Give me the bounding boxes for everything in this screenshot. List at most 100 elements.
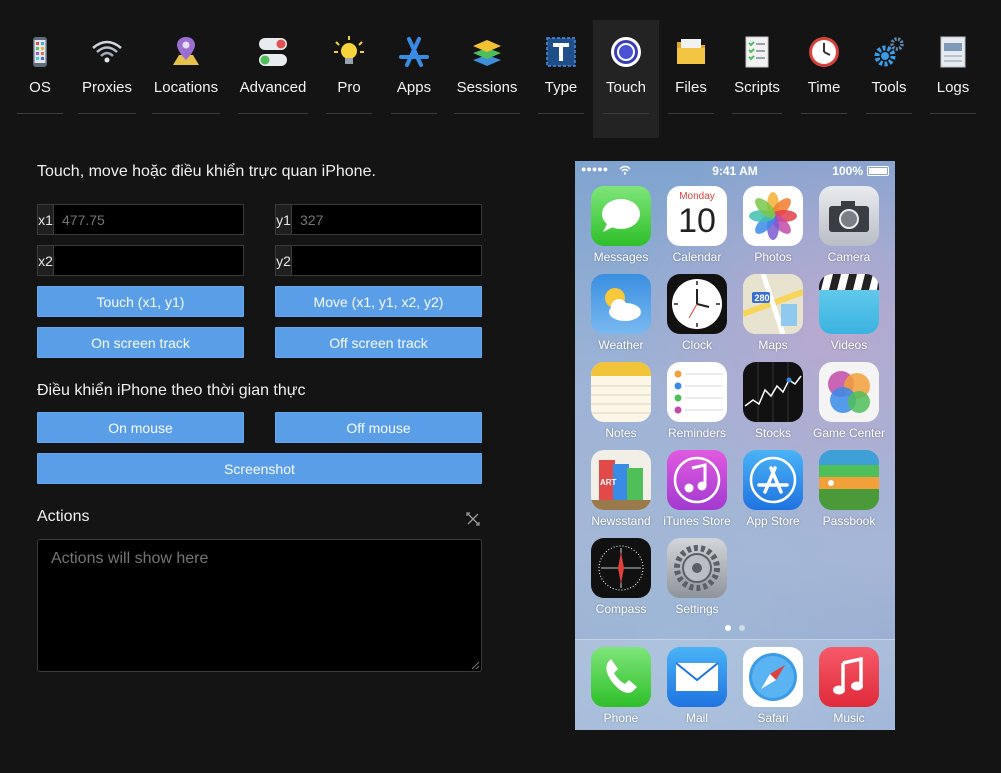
app-passbook[interactable]: Passbook bbox=[811, 450, 887, 528]
itunes-icon bbox=[667, 450, 727, 510]
nav-underline bbox=[454, 113, 520, 114]
app-app-store[interactable]: App Store bbox=[735, 450, 811, 528]
messages-icon bbox=[591, 186, 651, 246]
screenshot-button[interactable]: Screenshot bbox=[37, 453, 482, 484]
app-label: Weather bbox=[598, 338, 644, 352]
camera-icon bbox=[819, 186, 879, 246]
app-label: Music bbox=[833, 711, 865, 725]
app-photos[interactable]: Photos bbox=[735, 186, 811, 264]
app-label: Stocks bbox=[754, 426, 791, 440]
x1-input[interactable] bbox=[54, 205, 243, 234]
y1-label: y1 bbox=[276, 205, 292, 234]
phone-os-icon bbox=[33, 37, 47, 67]
nav-underline bbox=[668, 113, 714, 114]
app-compass[interactable]: Compass bbox=[583, 538, 659, 616]
dock-app-mail[interactable]: Mail bbox=[659, 647, 735, 725]
folder-icon bbox=[677, 39, 705, 64]
compass-icon bbox=[591, 538, 651, 598]
game-center-icon bbox=[819, 362, 879, 422]
app-label: Videos bbox=[830, 338, 868, 352]
wifi-icon bbox=[92, 40, 122, 63]
nav-item-logs[interactable]: Logs bbox=[930, 20, 976, 138]
resize-grip-icon[interactable] bbox=[470, 660, 480, 670]
nav-item-apps[interactable]: Apps bbox=[391, 20, 437, 138]
app-camera[interactable]: Camera bbox=[811, 186, 887, 264]
nav-item-label: Touch bbox=[605, 79, 647, 96]
app-newsstand[interactable]: ART Newsstand bbox=[583, 450, 659, 528]
off-screen-track-button[interactable]: Off screen track bbox=[275, 327, 482, 358]
notes-icon bbox=[591, 362, 651, 422]
nav-item-label: Apps bbox=[396, 79, 432, 96]
actions-log-textarea[interactable] bbox=[37, 539, 482, 672]
app-stocks[interactable]: Stocks bbox=[735, 362, 811, 440]
app-label: App Store bbox=[746, 514, 800, 528]
nav-item-label: OS bbox=[29, 79, 51, 96]
app-maps[interactable]: 280 Maps bbox=[735, 274, 811, 352]
app-reminders[interactable]: Reminders bbox=[659, 362, 735, 440]
photos-icon bbox=[743, 186, 803, 246]
y2-input[interactable] bbox=[292, 246, 481, 275]
weather-icon bbox=[591, 274, 651, 334]
nav-item-locations[interactable]: Locations bbox=[152, 20, 220, 138]
app-label: Notes bbox=[605, 426, 637, 440]
y1-field: y1 bbox=[275, 204, 482, 235]
nav-item-pro[interactable]: Pro bbox=[326, 20, 372, 138]
app-label: Clock bbox=[681, 338, 712, 352]
nav-item-advanced[interactable]: Advanced bbox=[238, 20, 308, 138]
app-clock[interactable]: Clock bbox=[659, 274, 735, 352]
app-weather[interactable]: Weather bbox=[583, 274, 659, 352]
nav-item-label: Scripts bbox=[734, 79, 780, 96]
nav-item-os[interactable]: OS bbox=[17, 20, 63, 138]
nav-item-files[interactable]: Files bbox=[668, 20, 714, 138]
safari-icon bbox=[743, 647, 803, 707]
nav-item-time[interactable]: Time bbox=[801, 20, 847, 138]
app-label: Calendar bbox=[672, 250, 722, 264]
move-button[interactable]: Move (x1, y1, x2, y2) bbox=[275, 286, 482, 317]
nav-underline bbox=[732, 113, 782, 114]
nav-underline bbox=[930, 113, 976, 114]
text-type-icon bbox=[546, 37, 576, 67]
nav-underline bbox=[78, 113, 136, 114]
toggle-icon bbox=[259, 38, 287, 66]
app-videos[interactable]: Videos bbox=[811, 274, 887, 352]
checklist-icon bbox=[745, 36, 769, 68]
on-screen-track-button[interactable]: On screen track bbox=[37, 327, 244, 358]
app-messages[interactable]: Messages bbox=[583, 186, 659, 264]
nav-item-tools[interactable]: Tools bbox=[866, 20, 912, 138]
stocks-icon bbox=[743, 362, 803, 422]
app-calendar[interactable]: Monday 10 Calendar bbox=[659, 186, 735, 264]
y2-field: y2 bbox=[275, 245, 482, 276]
dock-app-music[interactable]: Music bbox=[811, 647, 887, 725]
on-mouse-button[interactable]: On mouse bbox=[37, 412, 244, 443]
nav-item-type[interactable]: Type bbox=[538, 20, 584, 138]
app-notes[interactable]: Notes bbox=[583, 362, 659, 440]
iphone-screen[interactable]: ●●●●● 9:41 AM 100% Messages Monday 10 Ca… bbox=[575, 161, 895, 730]
dock-app-safari[interactable]: Safari bbox=[735, 647, 811, 725]
touch-button[interactable]: Touch (x1, y1) bbox=[37, 286, 244, 317]
app-game-center[interactable]: Game Center bbox=[811, 362, 887, 440]
x1-field: x1 bbox=[37, 204, 244, 235]
nav-item-proxies[interactable]: Proxies bbox=[78, 20, 136, 138]
nav-underline bbox=[17, 113, 63, 114]
nav-item-touch[interactable]: Touch bbox=[593, 20, 659, 138]
app-store-app-icon bbox=[743, 450, 803, 510]
nav-item-scripts[interactable]: Scripts bbox=[732, 20, 782, 138]
y1-input[interactable] bbox=[292, 205, 481, 234]
x2-input[interactable] bbox=[54, 246, 243, 275]
clear-actions-icon[interactable] bbox=[466, 512, 480, 526]
mail-icon bbox=[667, 647, 727, 707]
realtime-control-title: Điều khiển iPhone theo thời gian thực bbox=[37, 382, 306, 399]
app-itunes-store[interactable]: iTunes Store bbox=[659, 450, 735, 528]
gears-icon bbox=[874, 37, 904, 67]
nav-item-label: Time bbox=[807, 79, 841, 96]
calendar-day: 10 bbox=[678, 202, 716, 240]
page-dot-active bbox=[725, 625, 731, 631]
settings-icon bbox=[667, 538, 727, 598]
off-mouse-button[interactable]: Off mouse bbox=[275, 412, 482, 443]
x1-label: x1 bbox=[38, 205, 54, 234]
log-file-icon bbox=[940, 36, 966, 68]
app-label: Newsstand bbox=[591, 514, 651, 528]
nav-item-sessions[interactable]: Sessions bbox=[454, 20, 520, 138]
app-settings[interactable]: Settings bbox=[659, 538, 735, 616]
dock-app-phone[interactable]: Phone bbox=[583, 647, 659, 725]
